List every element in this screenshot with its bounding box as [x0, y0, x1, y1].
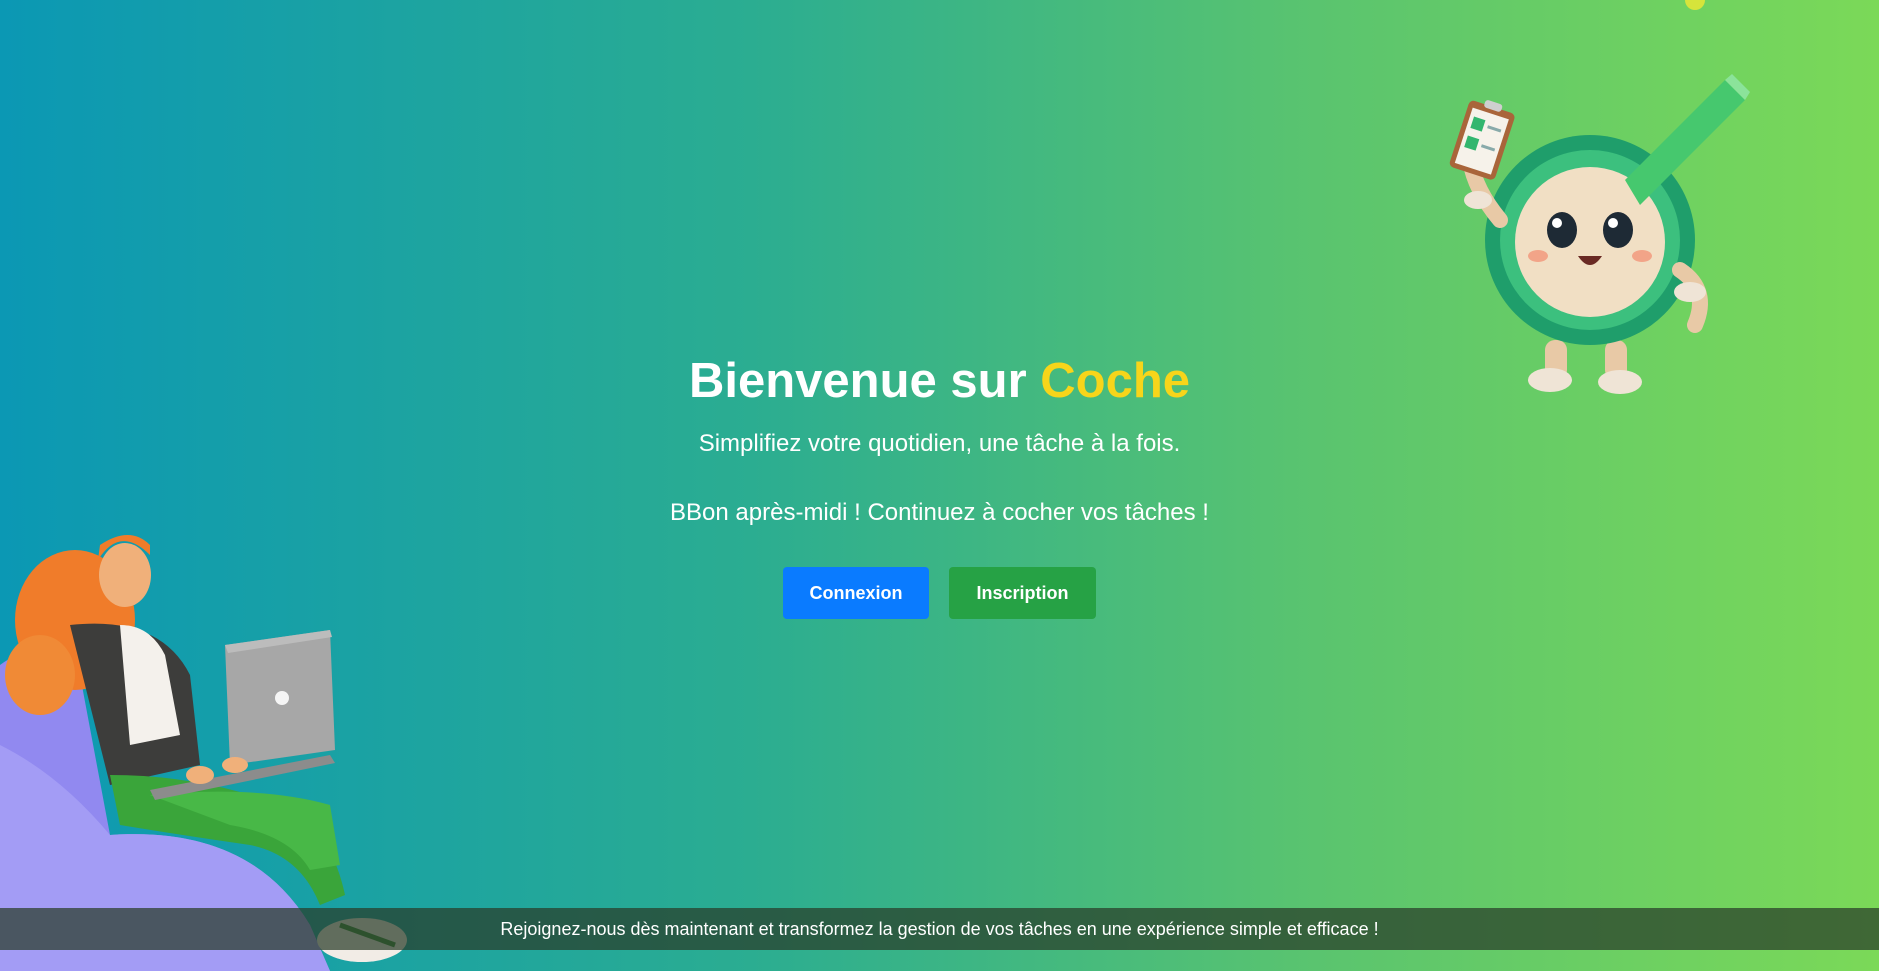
brand-name: Coche: [1040, 354, 1191, 408]
greeting-message: BBon après-midi ! Continuez à cocher vos…: [670, 499, 1209, 526]
page-title: Bienvenue sur Coche: [0, 350, 1879, 412]
signup-button[interactable]: Inscription: [949, 567, 1096, 619]
tagline: Simplifiez votre quotidien, une tâche à …: [698, 430, 1181, 457]
footer-banner: Rejoignez-nous dès maintenant et transfo…: [0, 908, 1879, 950]
title-prefix: Bienvenue sur: [688, 354, 1041, 408]
footer-text: Rejoignez-nous dès maintenant et transfo…: [500, 919, 1379, 939]
decorative-dot: [1685, 0, 1705, 10]
login-button[interactable]: Connexion: [783, 567, 929, 619]
auth-buttons: Connexion Inscription: [0, 567, 1879, 619]
hero-section: Bienvenue sur Coche Simplifiez votre quo…: [0, 350, 1879, 619]
